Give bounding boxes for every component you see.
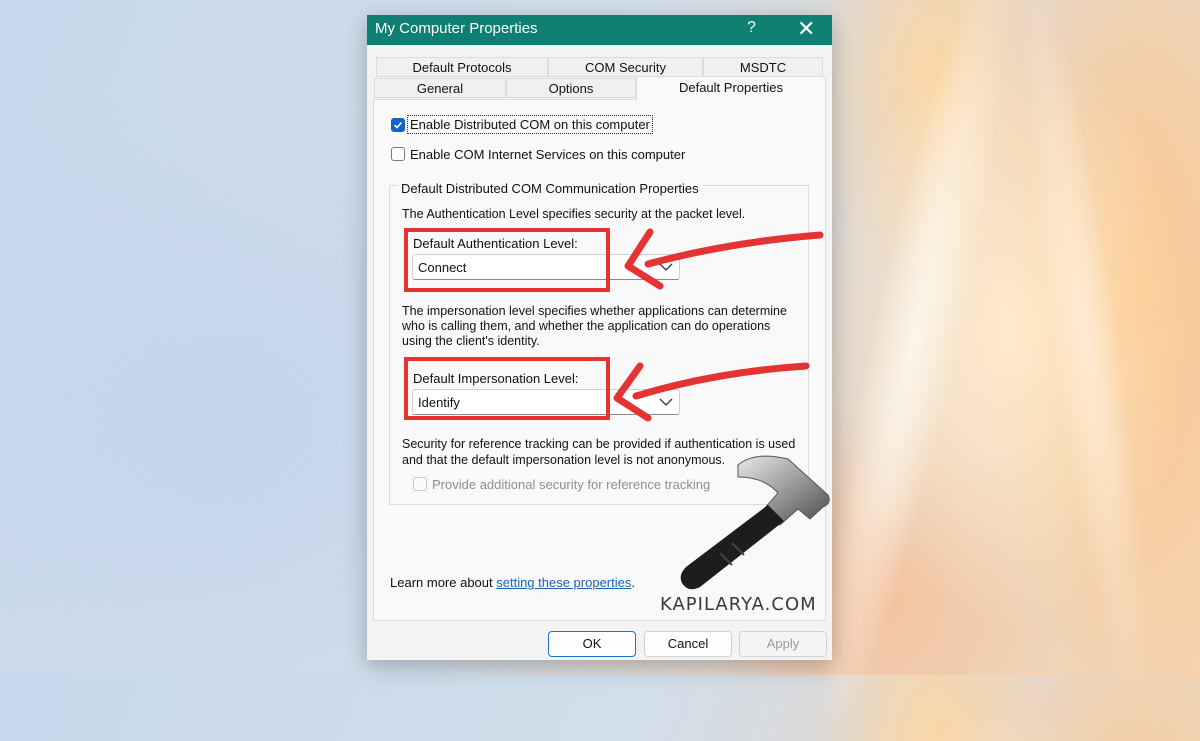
enable-com-internet-label[interactable]: Enable COM Internet Services on this com… bbox=[410, 147, 685, 162]
apply-button[interactable]: Apply bbox=[739, 631, 827, 657]
window-title: My Computer Properties bbox=[375, 20, 538, 37]
impersonation-level-highlight-box bbox=[404, 357, 610, 420]
chevron-down-icon bbox=[659, 263, 673, 271]
settings-help-link[interactable]: setting these properties bbox=[496, 575, 631, 590]
ok-button[interactable]: OK bbox=[548, 631, 636, 657]
learn-more-suffix: . bbox=[631, 575, 635, 590]
tab-default-properties[interactable]: Default Properties bbox=[636, 76, 826, 101]
enable-dcom-checkbox[interactable] bbox=[391, 118, 405, 132]
group-title: Default Distributed COM Communication Pr… bbox=[397, 181, 703, 196]
title-bar: My Computer Properties ? ✕ bbox=[367, 15, 832, 45]
tab-general[interactable]: General bbox=[374, 78, 506, 98]
learn-more-text: Learn more about setting these propertie… bbox=[390, 575, 635, 590]
ref-tracking-checkbox[interactable] bbox=[413, 477, 427, 491]
checkmark-icon bbox=[393, 121, 403, 129]
impersonation-description-2: who is calling them, and whether the app… bbox=[402, 319, 771, 333]
tab-default-protocols[interactable]: Default Protocols bbox=[376, 57, 548, 77]
help-button[interactable]: ? bbox=[747, 19, 756, 37]
background-light-streak bbox=[997, 0, 1173, 722]
enable-com-internet-checkbox[interactable] bbox=[391, 147, 405, 161]
impersonation-description-3: using the client's identity. bbox=[402, 334, 540, 348]
enable-dcom-label[interactable]: Enable Distributed COM on this computer bbox=[407, 115, 653, 134]
tab-com-security[interactable]: COM Security bbox=[548, 57, 703, 77]
close-button[interactable]: ✕ bbox=[797, 16, 815, 42]
tab-msdtc[interactable]: MSDTC bbox=[703, 57, 823, 77]
auth-level-highlight-box bbox=[404, 228, 610, 292]
chevron-down-icon bbox=[659, 398, 673, 406]
impersonation-description-1: The impersonation level specifies whethe… bbox=[402, 304, 787, 318]
auth-description: The Authentication Level specifies secur… bbox=[402, 207, 746, 221]
hammer-logo-icon bbox=[680, 455, 830, 590]
learn-more-prefix: Learn more about bbox=[390, 575, 497, 590]
watermark-text: KAPILARYA.COM bbox=[660, 594, 817, 615]
cancel-button[interactable]: Cancel bbox=[644, 631, 732, 657]
tab-options[interactable]: Options bbox=[506, 78, 636, 98]
